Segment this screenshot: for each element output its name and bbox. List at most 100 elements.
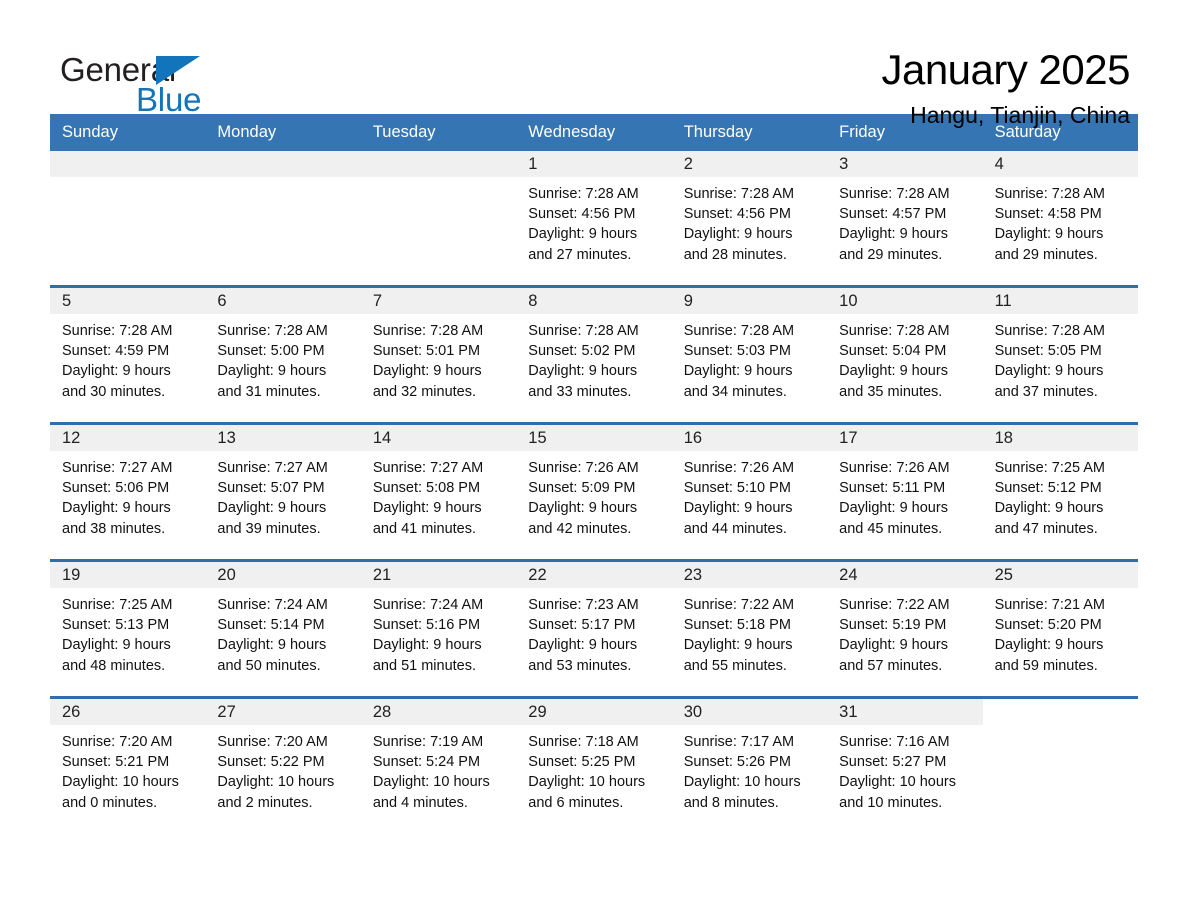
daylight-text-line1: Daylight: 9 hours	[62, 637, 171, 654]
logo-text-blue: Blue	[136, 81, 202, 118]
day-cell[interactable]: 25 Sunrise: 7:21 AM Sunset: 5:20 PM Dayligh…	[982, 562, 1138, 684]
day-details: Sunrise: 7:21 AM Sunset: 5:20 PM Daylight:…	[983, 588, 1138, 676]
day-cell[interactable]: 15 Sunrise: 7:26 AM Sunset: 5:09 PM Dayligh…	[516, 425, 672, 547]
daylight-text-line2: and 41 minutes.	[372, 520, 477, 537]
day-cell-empty	[982, 699, 1138, 821]
sunset-text: Sunset: 5:10 PM	[683, 480, 791, 497]
day-cell[interactable]: 10 Sunrise: 7:28 AM Sunset: 5:04 PM Dayligh…	[827, 288, 983, 410]
day-number: 31	[827, 699, 983, 725]
sunset-text: Sunset: 5:19 PM	[839, 617, 947, 634]
week-row: 1 Sunrise: 7:28 AM Sunset: 4:56 PM Daylight…	[50, 151, 1138, 273]
day-number: 1	[516, 151, 672, 177]
day-cell[interactable]: 18 Sunrise: 7:25 AM Sunset: 5:12 PM Dayligh…	[982, 425, 1138, 547]
day-cell[interactable]: 26 Sunrise: 7:20 AM Sunset: 5:21 PM Dayligh…	[50, 699, 206, 821]
sunrise-text: Sunrise: 7:28 AM	[994, 323, 1105, 339]
weekday-header-saturday: Saturday	[994, 123, 1061, 141]
day-cell[interactable]: 11 Sunrise: 7:28 AM Sunset: 5:05 PM Dayligh…	[982, 288, 1138, 410]
daylight-text-line2: and 59 minutes.	[994, 657, 1098, 674]
day-cell[interactable]: 3 Sunrise: 7:28 AM Sunset: 4:57 PM Daylight…	[827, 151, 983, 273]
sunrise-text: Sunrise: 7:16 AM	[839, 734, 950, 750]
sunrise-text: Sunrise: 7:24 AM	[217, 597, 328, 613]
day-details: Sunrise: 7:20 AM Sunset: 5:22 PM Daylight:…	[205, 725, 360, 813]
daylight-text-line2: and 28 minutes.	[683, 246, 787, 263]
sunrise-text: Sunrise: 7:27 AM	[62, 460, 173, 476]
sunrise-text: Sunrise: 7:28 AM	[994, 186, 1105, 202]
day-details: Sunrise: 7:27 AM Sunset: 5:06 PM Daylight:…	[50, 451, 205, 539]
sunset-text: Sunset: 4:58 PM	[994, 206, 1102, 223]
sunrise-text: Sunrise: 7:28 AM	[839, 323, 950, 339]
day-cell[interactable]: 12 Sunrise: 7:27 AM Sunset: 5:06 PM Dayligh…	[50, 425, 206, 547]
page-title: January 2025	[881, 46, 1130, 93]
day-cell[interactable]: 4 Sunrise: 7:28 AM Sunset: 4:58 PM Daylight…	[982, 151, 1138, 273]
day-cell[interactable]: 7 Sunrise: 7:28 AM Sunset: 5:01 PM Daylight…	[360, 288, 517, 410]
sunset-text: Sunset: 5:09 PM	[528, 480, 636, 497]
daylight-text-line2: and 48 minutes.	[62, 657, 166, 674]
sunset-text: Sunset: 5:08 PM	[372, 480, 481, 497]
day-number: 15	[516, 425, 672, 451]
day-cell[interactable]: 8 Sunrise: 7:28 AM Sunset: 5:02 PM Daylight…	[516, 288, 672, 410]
sunrise-text: Sunrise: 7:28 AM	[528, 186, 639, 202]
day-cell[interactable]: 14 Sunrise: 7:27 AM Sunset: 5:08 PM Dayligh…	[360, 425, 517, 547]
day-cell[interactable]: 13 Sunrise: 7:27 AM Sunset: 5:07 PM Dayligh…	[205, 425, 361, 547]
day-number: 19	[50, 562, 206, 588]
day-cell-empty	[50, 151, 206, 273]
day-cell[interactable]: 17 Sunrise: 7:26 AM Sunset: 5:11 PM Dayligh…	[827, 425, 983, 547]
daylight-text-line1: Daylight: 9 hours	[528, 500, 638, 517]
day-cell[interactable]: 23 Sunrise: 7:22 AM Sunset: 5:18 PM Dayligh…	[671, 562, 828, 684]
weekday-header-thursday: Thursday	[683, 123, 753, 141]
daylight-text-line2: and 29 minutes.	[994, 246, 1098, 263]
day-cell[interactable]: 27 Sunrise: 7:20 AM Sunset: 5:22 PM Dayligh…	[205, 699, 361, 821]
daylight-text-line1: Daylight: 9 hours	[683, 637, 793, 654]
day-number: 13	[205, 425, 361, 451]
day-details: Sunrise: 7:26 AM Sunset: 5:11 PM Daylight:…	[827, 451, 982, 539]
day-cell[interactable]: 19 Sunrise: 7:25 AM Sunset: 5:13 PM Dayligh…	[50, 562, 206, 684]
daylight-text-line2: and 8 minutes.	[683, 794, 779, 811]
day-details: Sunrise: 7:26 AM Sunset: 5:10 PM Daylight:…	[672, 451, 827, 539]
daylight-text-line1: Daylight: 9 hours	[994, 363, 1104, 380]
day-cell[interactable]: 30 Sunrise: 7:17 AM Sunset: 5:26 PM Dayligh…	[671, 699, 828, 821]
sunrise-text: Sunrise: 7:18 AM	[528, 734, 639, 750]
weekday-header-tuesday: Tuesday	[372, 123, 436, 141]
sunrise-text: Sunrise: 7:22 AM	[839, 597, 950, 613]
day-cell[interactable]: 9 Sunrise: 7:28 AM Sunset: 5:03 PM Daylight…	[671, 288, 828, 410]
daylight-text-line2: and 51 minutes.	[372, 657, 477, 674]
day-cell[interactable]: 29 Sunrise: 7:18 AM Sunset: 5:25 PM Dayligh…	[516, 699, 672, 821]
sunrise-text: Sunrise: 7:23 AM	[528, 597, 639, 613]
day-cell[interactable]: 22 Sunrise: 7:23 AM Sunset: 5:17 PM Dayligh…	[516, 562, 672, 684]
daylight-text-line1: Daylight: 9 hours	[994, 500, 1104, 517]
day-cell[interactable]: 2 Sunrise: 7:28 AM Sunset: 4:56 PM Daylight…	[671, 151, 828, 273]
daylight-text-line1: Daylight: 9 hours	[839, 363, 948, 380]
day-cell[interactable]: 28 Sunrise: 7:19 AM Sunset: 5:24 PM Dayligh…	[360, 699, 517, 821]
sunset-text: Sunset: 5:05 PM	[994, 343, 1102, 360]
day-cell[interactable]: 24 Sunrise: 7:22 AM Sunset: 5:19 PM Dayligh…	[827, 562, 983, 684]
day-cell[interactable]: 21 Sunrise: 7:24 AM Sunset: 5:16 PM Dayligh…	[360, 562, 517, 684]
day-details: Sunrise: 7:28 AM Sunset: 5:05 PM Daylight:…	[983, 314, 1138, 402]
day-cell[interactable]: 20 Sunrise: 7:24 AM Sunset: 5:14 PM Dayligh…	[205, 562, 361, 684]
day-details: Sunrise: 7:22 AM Sunset: 5:18 PM Daylight:…	[672, 588, 827, 676]
day-number: 18	[982, 425, 1138, 451]
week-row: 12 Sunrise: 7:27 AM Sunset: 5:06 PM Dayligh…	[50, 422, 1138, 547]
sunrise-text: Sunrise: 7:28 AM	[683, 186, 795, 202]
day-cell[interactable]: 6 Sunrise: 7:28 AM Sunset: 5:00 PM Daylight…	[205, 288, 361, 410]
day-number: 20	[205, 562, 361, 588]
day-details: Sunrise: 7:28 AM Sunset: 4:58 PM Daylight:…	[983, 177, 1138, 265]
daylight-text-line2: and 33 minutes.	[528, 383, 632, 400]
day-cell[interactable]: 16 Sunrise: 7:26 AM Sunset: 5:10 PM Dayligh…	[671, 425, 828, 547]
day-cell[interactable]: 31 Sunrise: 7:16 AM Sunset: 5:27 PM Dayligh…	[827, 699, 983, 821]
day-cell[interactable]: 1 Sunrise: 7:28 AM Sunset: 4:56 PM Daylight…	[516, 151, 672, 273]
daylight-text-line2: and 50 minutes.	[217, 657, 321, 674]
day-cell[interactable]: 5 Sunrise: 7:28 AM Sunset: 4:59 PM Daylight…	[50, 288, 206, 410]
daylight-text-line2: and 34 minutes.	[683, 383, 787, 400]
day-number: 11	[982, 288, 1138, 314]
daylight-text-line2: and 39 minutes.	[217, 520, 321, 537]
daylight-text-line2: and 2 minutes.	[217, 794, 313, 811]
day-details: Sunrise: 7:27 AM Sunset: 5:07 PM Daylight:…	[205, 451, 360, 539]
general-blue-logo[interactable]: General Blue	[60, 46, 260, 122]
sunset-text: Sunset: 5:22 PM	[217, 754, 325, 771]
day-details: Sunrise: 7:25 AM Sunset: 5:13 PM Daylight:…	[50, 588, 205, 676]
day-details: Sunrise: 7:28 AM Sunset: 5:02 PM Daylight:…	[516, 314, 671, 402]
sunrise-text: Sunrise: 7:17 AM	[683, 734, 795, 750]
sunset-text: Sunset: 5:01 PM	[372, 343, 481, 360]
daylight-text-line2: and 32 minutes.	[372, 383, 477, 400]
sunset-text: Sunset: 4:59 PM	[62, 343, 170, 360]
